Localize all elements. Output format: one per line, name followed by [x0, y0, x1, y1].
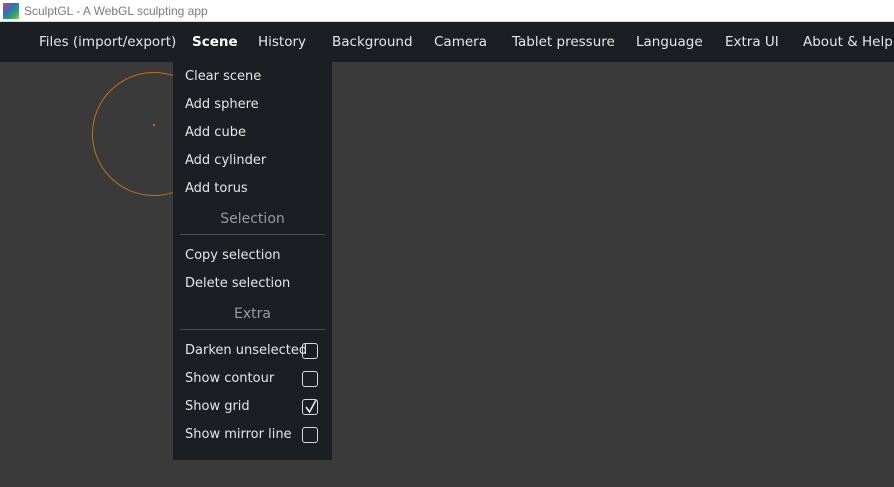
window-title: SculptGL - A WebGL sculpting app — [24, 3, 208, 18]
menu-bar: Files (import/export) Scene History Back… — [0, 22, 894, 62]
show-grid-label: Show grid — [185, 399, 250, 414]
show-mirror-line-label: Show mirror line — [185, 427, 292, 442]
show-contour-row[interactable]: Show contour — [185, 365, 326, 393]
menu-extra-ui[interactable]: Extra UI — [725, 22, 779, 62]
menu-scene[interactable]: Scene — [192, 22, 238, 62]
darken-unselected-checkbox[interactable] — [302, 343, 318, 359]
show-mirror-line-checkbox[interactable] — [302, 427, 318, 443]
add-torus-item[interactable]: Add torus — [185, 175, 248, 203]
add-cube-item[interactable]: Add cube — [185, 119, 246, 147]
menu-tablet-pressure[interactable]: Tablet pressure — [512, 22, 615, 62]
darken-unselected-row[interactable]: Darken unselected — [185, 337, 326, 365]
show-contour-checkbox[interactable] — [302, 371, 318, 387]
menu-history[interactable]: History — [258, 22, 306, 62]
window-title-bar: SculptGL - A WebGL sculpting app — [0, 0, 894, 22]
darken-unselected-label: Darken unselected — [185, 343, 308, 358]
show-grid-checkbox[interactable] — [302, 399, 318, 415]
clear-scene-item[interactable]: Clear scene — [185, 63, 261, 91]
extra-divider — [180, 329, 325, 330]
add-sphere-item[interactable]: Add sphere — [185, 91, 259, 119]
delete-selection-item[interactable]: Delete selection — [185, 270, 290, 298]
sculpt-canvas[interactable] — [0, 62, 894, 487]
selection-divider — [180, 234, 325, 235]
selection-section-header: Selection — [220, 211, 285, 227]
show-mirror-line-row[interactable]: Show mirror line — [185, 421, 326, 449]
menu-camera[interactable]: Camera — [434, 22, 487, 62]
scene-dropdown-menu: Clear scene Add sphere Add cube Add cyli… — [173, 62, 332, 460]
menu-language[interactable]: Language — [636, 22, 703, 62]
brush-center-mark — [153, 124, 155, 126]
copy-selection-item[interactable]: Copy selection — [185, 242, 281, 270]
show-contour-label: Show contour — [185, 371, 275, 386]
menu-background[interactable]: Background — [332, 22, 413, 62]
add-cylinder-item[interactable]: Add cylinder — [185, 147, 266, 175]
menu-about-help[interactable]: About & Help — [803, 22, 893, 62]
sculptgl-app-icon — [3, 2, 19, 19]
show-grid-row[interactable]: Show grid — [185, 393, 326, 421]
extra-section-header: Extra — [234, 306, 271, 322]
checkmark-icon — [305, 399, 317, 414]
menu-files[interactable]: Files (import/export) — [39, 22, 176, 62]
